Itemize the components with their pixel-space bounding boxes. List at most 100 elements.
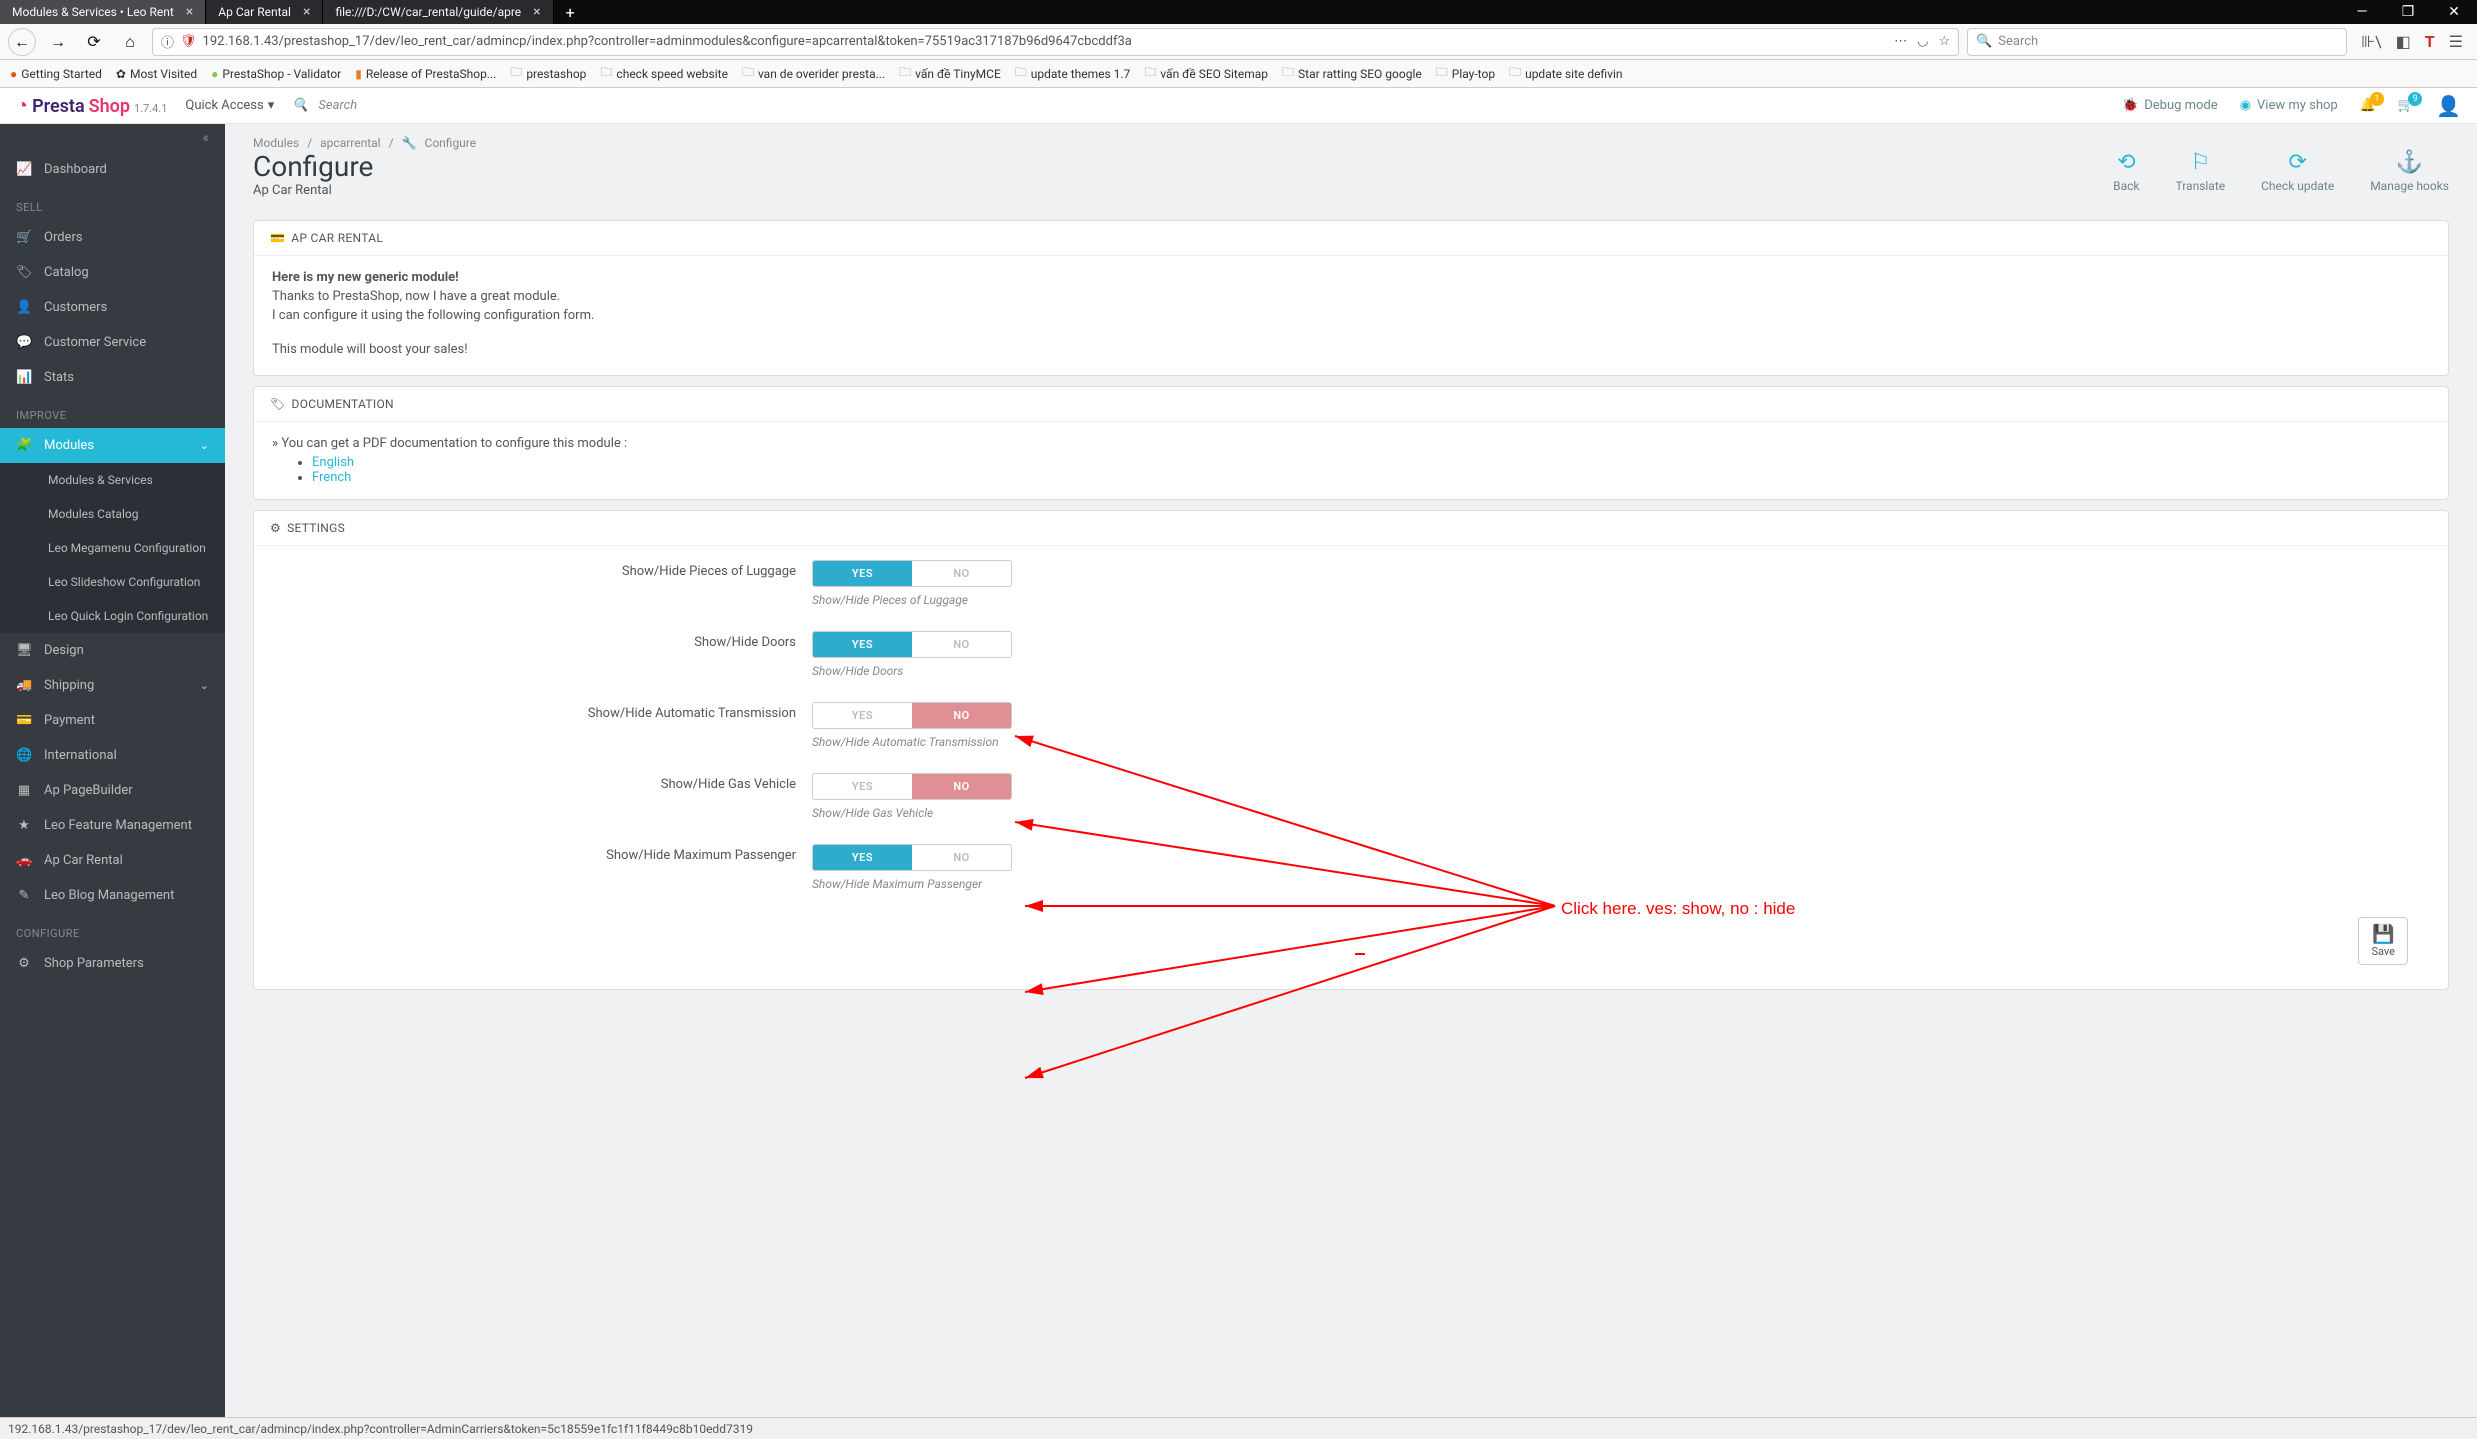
doc-link-english[interactable]: English	[312, 455, 354, 470]
minimize-icon[interactable]: —	[2339, 0, 2385, 24]
sidebar-item-dashboard[interactable]: 📈Dashboard	[0, 152, 225, 187]
collapse-sidebar-button[interactable]: «	[0, 124, 225, 152]
sidebar-item-customer-service[interactable]: 💬Customer Service	[0, 325, 225, 360]
notification-bell[interactable]: 🔔1	[2360, 98, 2376, 113]
star-icon[interactable]: ☆	[1938, 34, 1950, 49]
back-button[interactable]: ←	[8, 28, 36, 56]
bookmark-item[interactable]: 🗀update themes 1.7	[1015, 63, 1131, 84]
sidebar-item-shop-parameters[interactable]: ⚙Shop Parameters	[0, 946, 225, 981]
bookmark-item[interactable]: 🗀update site defivin	[1509, 63, 1622, 84]
toggle-no[interactable]: NO	[912, 845, 1011, 870]
close-icon[interactable]: ×	[186, 4, 193, 20]
sidebar-item-international[interactable]: 🌐International	[0, 738, 225, 773]
toggle-yes[interactable]: YES	[813, 561, 912, 586]
doc-link-french[interactable]: French	[312, 470, 351, 485]
sidebar-item-design[interactable]: 🖥Design	[0, 633, 225, 668]
bookmark-item[interactable]: 🗀Star ratting SEO google	[1282, 63, 1422, 84]
maximize-icon[interactable]: ❐	[2385, 0, 2431, 24]
breadcrumb-link[interactable]: apcarrental	[320, 136, 380, 150]
tab-title: file:///D:/CW/car_rental/guide/apre	[335, 5, 521, 19]
panel-header: 💳AP CAR RENTAL	[254, 221, 2448, 256]
sidebar-sub-leo-slideshow[interactable]: Leo Slideshow Configuration	[0, 565, 225, 599]
translate-button[interactable]: ⚐Translate	[2175, 150, 2225, 193]
browser-tab[interactable]: Ap Car Rental ×	[206, 0, 323, 24]
bookmark-item[interactable]: 🗀check speed website	[600, 63, 728, 84]
sidebar-item-ap-car-rental[interactable]: 🚗Ap Car Rental	[0, 843, 225, 878]
new-tab-button[interactable]: +	[554, 3, 587, 22]
sidebar-item-stats[interactable]: 📊Stats	[0, 360, 225, 395]
library-icon[interactable]: ⊪\	[2361, 32, 2382, 51]
notification-cart[interactable]: 🛒9	[2398, 98, 2414, 113]
browser-tab[interactable]: Modules & Services • Leo Rent ×	[0, 0, 206, 24]
home-button[interactable]: ⌂	[116, 28, 144, 56]
bookmark-item[interactable]: 🗀prestashop	[510, 63, 586, 84]
bookmark-item[interactable]: 🗀vấn đề TinyMCE	[899, 63, 1001, 84]
window-controls: — ❐ ✕	[2339, 0, 2477, 24]
toggle-switch[interactable]: YES NO	[812, 844, 1012, 871]
sidebar-item-orders[interactable]: 🛒Orders	[0, 220, 225, 255]
back-button[interactable]: ⟲Back	[2113, 150, 2139, 193]
search-bar[interactable]: 🔍 Search	[1967, 28, 2347, 56]
ps-logo[interactable]: ◔ PrestaShop 1.7.4.1	[16, 93, 167, 118]
forward-button[interactable]: →	[44, 28, 72, 56]
sidebar-item-leo-blog[interactable]: ✎Leo Blog Management	[0, 878, 225, 913]
reload-button[interactable]: ⟳	[80, 28, 108, 56]
close-icon[interactable]: ×	[303, 4, 310, 20]
form-control: YES NO Show/Hide Automatic Transmission	[812, 702, 2430, 749]
toggle-no[interactable]: NO	[912, 632, 1011, 657]
sidebar-sub-modules-services[interactable]: Modules & Services	[0, 463, 225, 497]
more-icon[interactable]: ⋯	[1894, 34, 1907, 49]
sidebar-item-modules[interactable]: 🧩Modules⌄	[0, 428, 225, 463]
toggle-switch[interactable]: YES NO	[812, 773, 1012, 800]
save-icon: 💾	[2371, 924, 2395, 945]
sidebar-sub-leo-quick-login[interactable]: Leo Quick Login Configuration	[0, 599, 225, 633]
pocket-icon[interactable]: ◡	[1917, 34, 1928, 49]
url-bar[interactable]: ⓘ 🛡 192.168.1.43/prestashop_17/dev/leo_r…	[152, 28, 1959, 56]
check-update-button[interactable]: ⟳Check update	[2261, 150, 2334, 193]
bookmark-item[interactable]: 🗀vấn đề SEO Sitemap	[1144, 63, 1268, 84]
bookmark-item[interactable]: ▮Release of PrestaShop...	[355, 67, 496, 81]
info-icon[interactable]: ⓘ	[161, 32, 174, 51]
sidebar-item-shipping[interactable]: 🚚Shipping⌄	[0, 668, 225, 703]
manage-hooks-button[interactable]: ⚓Manage hooks	[2370, 150, 2449, 193]
bookmark-item[interactable]: ●PrestaShop - Validator	[211, 67, 341, 81]
close-window-icon[interactable]: ✕	[2431, 0, 2477, 24]
toggle-switch[interactable]: YES NO	[812, 560, 1012, 587]
toggle-yes[interactable]: YES	[813, 703, 912, 728]
menu-icon[interactable]: ☰	[2449, 32, 2463, 51]
close-icon[interactable]: ×	[533, 4, 540, 20]
sidebar-item-catalog[interactable]: 🏷Catalog	[0, 255, 225, 290]
star-icon: ★	[16, 818, 32, 833]
toggle-switch[interactable]: YES NO	[812, 702, 1012, 729]
breadcrumb-link[interactable]: Modules	[253, 136, 299, 150]
toggle-yes[interactable]: YES	[813, 774, 912, 799]
sidebar-icon[interactable]: ◧	[2396, 32, 2411, 51]
sidebar-item-customers[interactable]: 👤Customers	[0, 290, 225, 325]
extension-icon[interactable]: T	[2425, 32, 2435, 51]
toggle-no[interactable]: NO	[912, 703, 1011, 728]
search-icon: 🔍	[292, 98, 308, 113]
bookmark-item[interactable]: 🗀van de overider presta...	[742, 63, 885, 84]
toggle-yes[interactable]: YES	[813, 845, 912, 870]
debug-mode-button[interactable]: 🐞Debug mode	[2122, 98, 2218, 113]
toggle-yes[interactable]: YES	[813, 632, 912, 657]
toggle-no[interactable]: NO	[912, 561, 1011, 586]
browser-tab[interactable]: file:///D:/CW/car_rental/guide/apre ×	[323, 0, 553, 24]
sidebar-item-payment[interactable]: 💳Payment	[0, 703, 225, 738]
save-button[interactable]: 💾 Save	[2358, 917, 2408, 965]
bookmark-item[interactable]: ●Getting Started	[10, 67, 102, 81]
view-shop-button[interactable]: ◉View my shop	[2240, 98, 2338, 113]
toggle-switch[interactable]: YES NO	[812, 631, 1012, 658]
sidebar-sub-leo-megamenu[interactable]: Leo Megamenu Configuration	[0, 531, 225, 565]
sidebar-sub-modules-catalog[interactable]: Modules Catalog	[0, 497, 225, 531]
ps-search[interactable]: 🔍 Search	[292, 98, 572, 113]
panel-body: » You can get a PDF documentation to con…	[254, 422, 2448, 499]
avatar-icon[interactable]: 👤	[2436, 94, 2461, 118]
toggle-no[interactable]: NO	[912, 774, 1011, 799]
form-row: Show/Hide Pieces of Luggage YES NO Show/…	[272, 560, 2430, 607]
quick-access-dropdown[interactable]: Quick Access ▾	[185, 98, 274, 113]
sidebar-item-leo-feature[interactable]: ★Leo Feature Management	[0, 808, 225, 843]
sidebar-item-ap-pagebuilder[interactable]: ▦Ap PageBuilder	[0, 773, 225, 808]
bookmark-item[interactable]: ✿Most Visited	[116, 67, 197, 81]
bookmark-item[interactable]: 🗀Play-top	[1436, 63, 1495, 84]
